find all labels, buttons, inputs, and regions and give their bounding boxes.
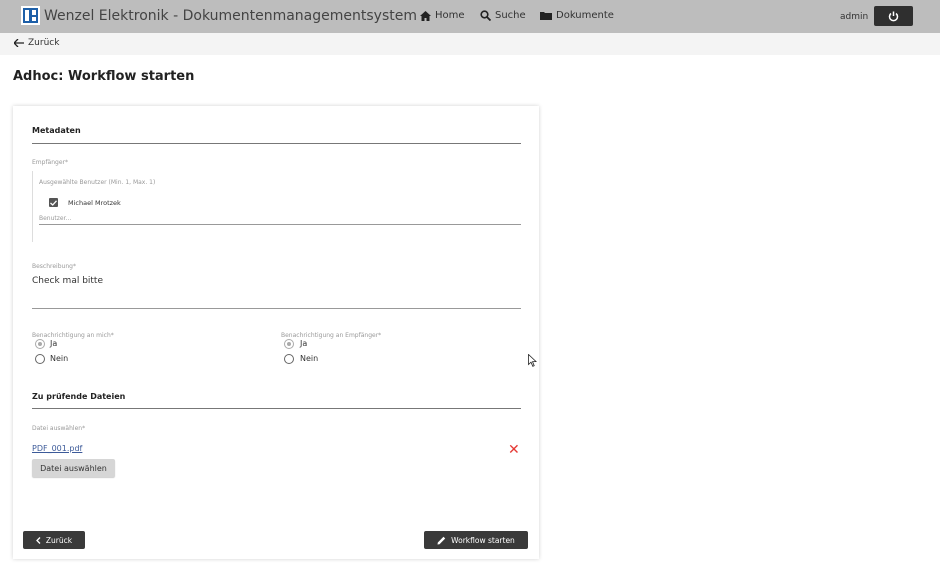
back-link[interactable]: Zurück (14, 38, 59, 48)
file-link[interactable]: PDF_001.pdf (32, 444, 82, 453)
pencil-icon (437, 536, 446, 544)
notify-recipients-yes-radio[interactable] (284, 339, 294, 349)
recipients-hint: Ausgewählte Benutzer (Min. 1, Max. 1) (39, 179, 156, 186)
description-input[interactable]: Check mal bitte (32, 276, 103, 286)
company-logo-icon (21, 6, 40, 25)
chevron-left-icon (35, 536, 41, 544)
user-search-input[interactable]: Benutzer... (39, 215, 71, 222)
metadata-section-title: Metadaten (32, 126, 81, 135)
current-user: admin (840, 12, 869, 22)
nav-documents[interactable]: Dokumente (540, 10, 614, 21)
nav-documents-label: Dokumente (556, 10, 614, 21)
notify-me-no-label: Nein (50, 354, 69, 363)
back-link-label: Zurück (28, 38, 60, 48)
notify-me-yes-label: Ja (50, 339, 58, 348)
user-search-underline (39, 224, 521, 225)
search-icon (480, 10, 491, 21)
start-workflow-button-label: Workflow starten (451, 535, 515, 545)
app-title: Wenzel Elektronik - Dokumentenmanagement… (44, 8, 417, 24)
recipients-group-border (32, 171, 33, 242)
notify-recipients-yes-label: Ja (300, 339, 308, 348)
files-divider (32, 408, 521, 409)
arrow-left-icon (14, 39, 24, 47)
check-icon (50, 199, 57, 206)
notify-me-label: Benachrichtigung an mich* (32, 332, 114, 339)
notify-recipients-no-radio[interactable] (284, 354, 294, 364)
remove-file-icon[interactable]: ✕ (508, 443, 520, 457)
workflow-form-card: Metadaten Empfänger* Ausgewählte Benutze… (13, 106, 539, 559)
choose-file-button[interactable]: Datei auswählen (32, 459, 115, 477)
power-icon (888, 11, 899, 21)
logout-button[interactable] (874, 6, 913, 26)
sub-bar: Zurück (0, 33, 940, 55)
start-workflow-button[interactable]: Workflow starten (424, 531, 528, 549)
nav-search[interactable]: Suche (480, 10, 526, 21)
back-button[interactable]: Zurück (23, 531, 85, 549)
notify-me-no-radio[interactable] (35, 354, 45, 364)
mouse-cursor-icon (528, 354, 537, 367)
description-underline (32, 308, 521, 309)
notify-recipients-label: Benachrichtigung an Empfänger* (281, 332, 382, 339)
notify-recipients-no-label: Nein (300, 354, 319, 363)
page-title: Adhoc: Workflow starten (13, 69, 195, 84)
nav-home-label: Home (435, 10, 465, 21)
notify-me-yes-radio[interactable] (35, 339, 45, 349)
selected-user-name: Michael Mrotzek (68, 199, 121, 207)
back-button-label: Zurück (45, 535, 73, 545)
nav-search-label: Suche (495, 10, 526, 21)
nav-home[interactable]: Home (420, 10, 465, 21)
metadata-divider (32, 143, 521, 144)
file-select-label: Datei auswählen* (32, 425, 86, 432)
top-bar: Wenzel Elektronik - Dokumentenmanagement… (0, 0, 940, 33)
files-section-title: Zu prüfende Dateien (32, 392, 126, 401)
folder-icon (540, 12, 552, 20)
user-checkbox[interactable] (49, 198, 58, 207)
home-icon (420, 10, 431, 21)
description-label: Beschreibung* (32, 263, 76, 270)
recipients-label: Empfänger* (32, 159, 69, 166)
